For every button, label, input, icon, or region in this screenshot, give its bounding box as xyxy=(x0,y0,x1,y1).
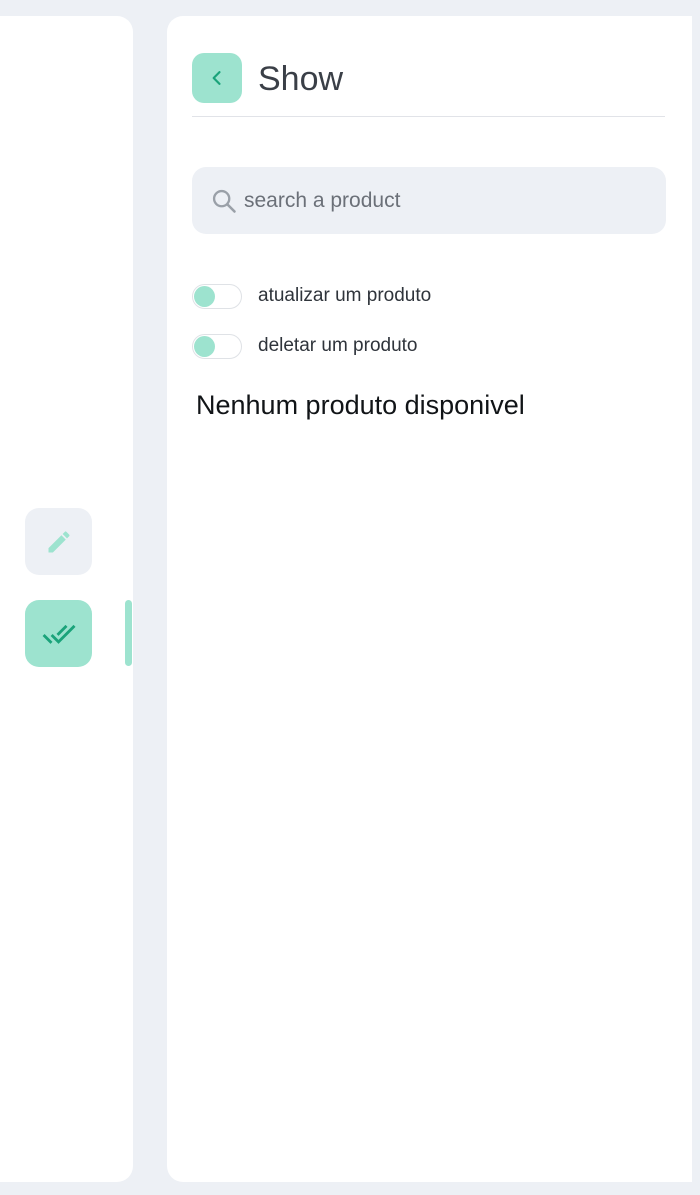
search-icon xyxy=(212,189,236,213)
sidebar xyxy=(0,16,133,1182)
toggle-knob xyxy=(194,335,215,357)
chevron-left-icon xyxy=(212,71,221,85)
header: Show xyxy=(192,53,665,117)
double-check-icon xyxy=(42,624,76,644)
page-title: Show xyxy=(258,60,344,98)
update-product-label: atualizar um produto xyxy=(258,285,432,306)
pencil-icon xyxy=(48,530,70,552)
active-indicator xyxy=(125,600,132,666)
search-bar[interactable] xyxy=(192,167,666,234)
toggle-row-update: atualizar um produto xyxy=(192,283,431,309)
empty-state-message: Nenhum produto disponivel xyxy=(196,390,525,420)
main-panel: Show atualizar um produto deletar um pro… xyxy=(167,16,692,1182)
back-button[interactable] xyxy=(192,53,242,103)
sidebar-item-edit[interactable] xyxy=(25,508,92,575)
update-product-toggle[interactable] xyxy=(192,283,242,309)
sidebar-item-check[interactable] xyxy=(25,600,92,667)
search-input[interactable] xyxy=(244,167,644,234)
toggle-knob xyxy=(194,285,215,307)
toggle-row-delete: deletar um produto xyxy=(192,333,418,359)
delete-product-toggle[interactable] xyxy=(192,333,242,359)
delete-product-label: deletar um produto xyxy=(258,335,418,356)
